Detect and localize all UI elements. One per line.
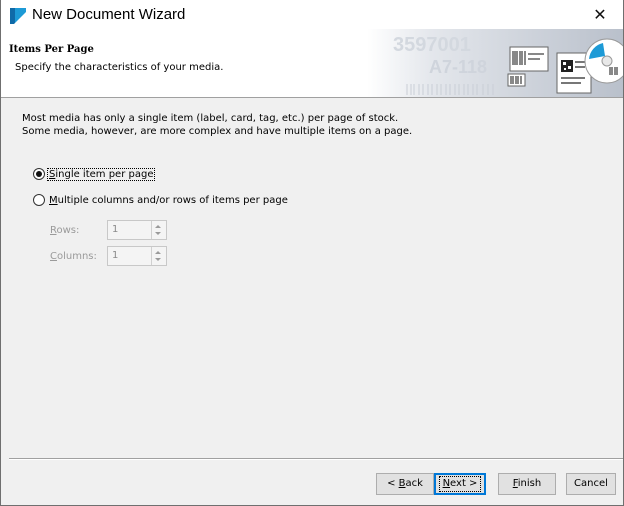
rows-label: Rows:	[50, 225, 80, 236]
footer-divider	[9, 458, 623, 460]
banner-code: A7-118	[429, 57, 487, 77]
rows-up-arrow-icon[interactable]	[155, 225, 161, 228]
description-text: Most media has only a single item (label…	[22, 113, 413, 137]
rows-stepper[interactable]: 1	[107, 220, 167, 240]
columns-value[interactable]: 1	[112, 250, 118, 261]
window-title: New Document Wizard	[32, 6, 186, 23]
page-title: Items Per Page	[9, 44, 94, 55]
title-bar: New Document Wizard ✕	[1, 0, 623, 29]
columns-up-arrow-icon[interactable]	[155, 251, 161, 254]
single-item-label[interactable]: Single item per page	[46, 167, 156, 181]
next-button[interactable]: Next >	[434, 473, 486, 495]
finish-button[interactable]: Finish	[498, 473, 556, 495]
app-icon	[10, 8, 26, 24]
header-banner-image: 3597001 A7-118	[367, 29, 623, 97]
multiple-items-option[interactable]: Multiple columns and/or rows of items pe…	[33, 192, 289, 208]
columns-down-arrow-icon[interactable]	[155, 258, 161, 261]
page-subtitle: Specify the characteristics of your medi…	[15, 62, 224, 73]
columns-label: Columns:	[50, 251, 97, 262]
multiple-items-radio[interactable]	[33, 194, 45, 206]
multiple-items-label[interactable]: Multiple columns and/or rows of items pe…	[48, 195, 289, 206]
rows-down-arrow-icon[interactable]	[155, 232, 161, 235]
single-item-option[interactable]: Single item per page	[33, 166, 156, 182]
rows-value[interactable]: 1	[112, 224, 118, 235]
wizard-window: New Document Wizard ✕ Items Per Page Spe…	[0, 0, 624, 506]
cancel-button[interactable]: Cancel	[566, 473, 616, 495]
single-item-radio[interactable]	[33, 168, 45, 180]
columns-stepper[interactable]: 1	[107, 246, 167, 266]
wizard-header: Items Per Page Specify the characteristi…	[1, 29, 623, 98]
close-icon[interactable]: ✕	[577, 0, 623, 29]
banner-number: 3597001	[393, 34, 471, 56]
back-button[interactable]: < Back	[376, 473, 434, 495]
